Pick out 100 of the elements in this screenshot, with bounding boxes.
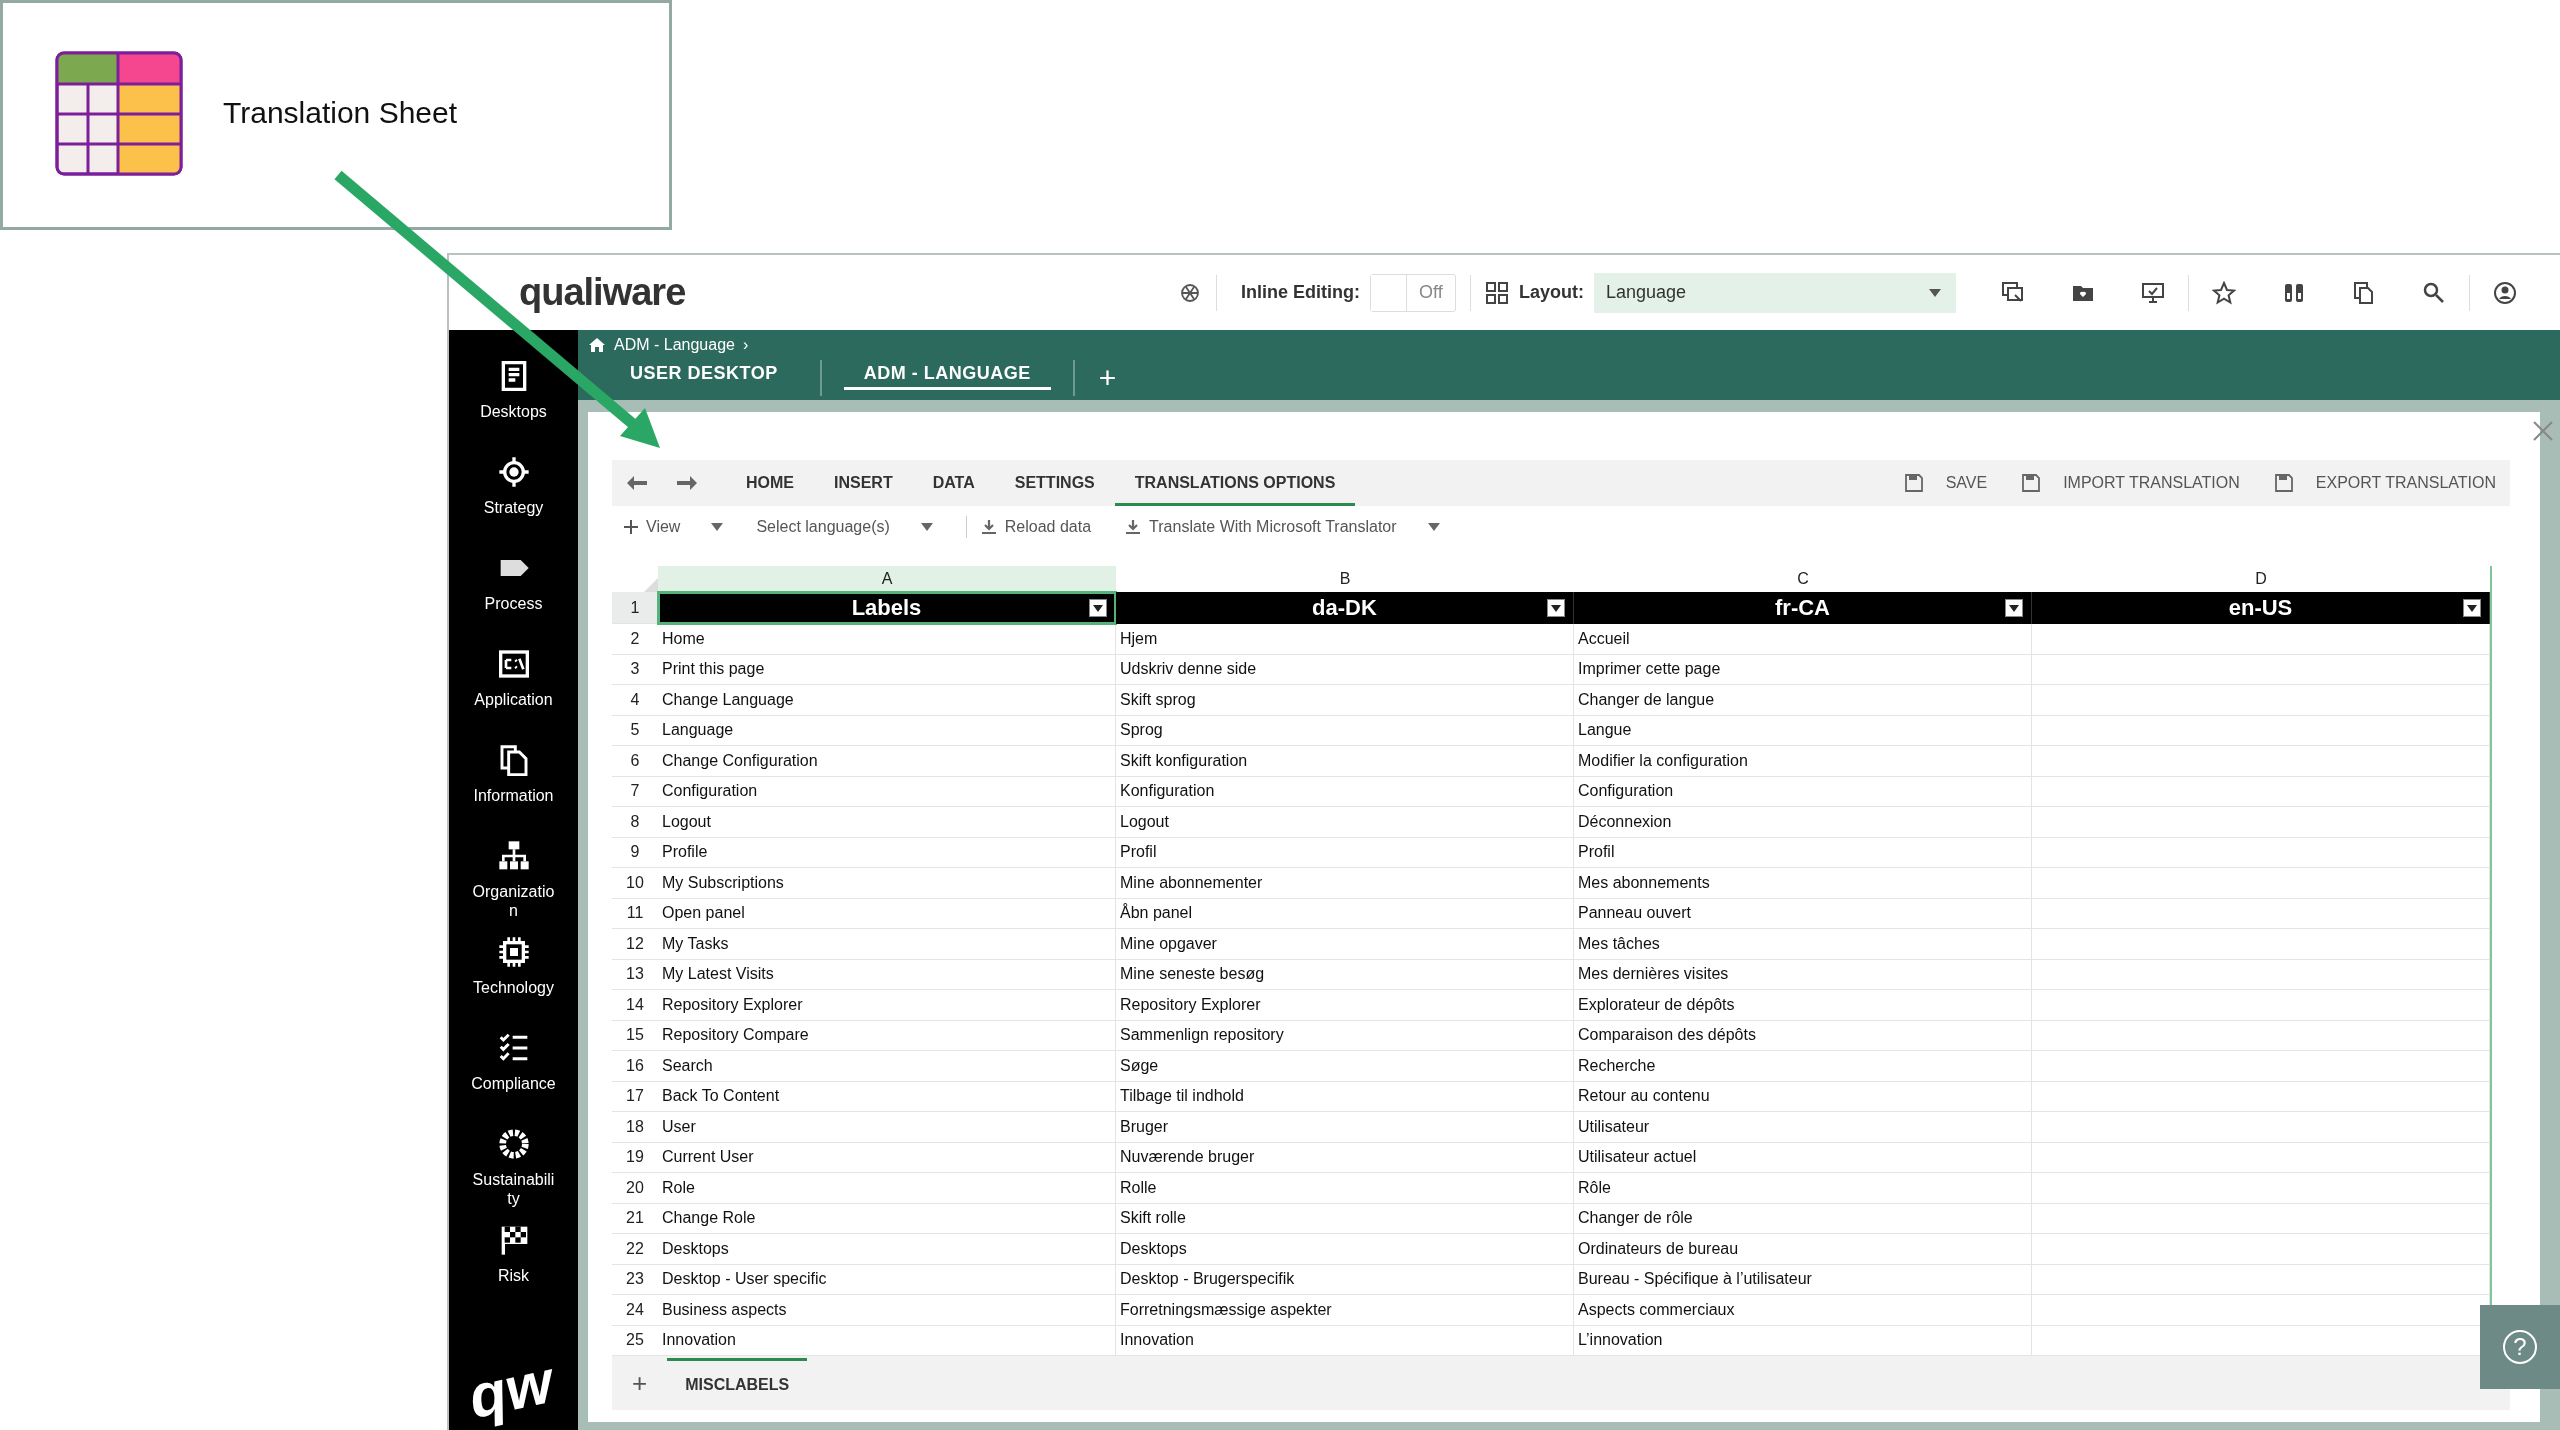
- toolbar-button[interactable]: View: [622, 518, 725, 536]
- sidebar-item[interactable]: Strategy: [453, 456, 574, 544]
- column-header[interactable]: A: [658, 566, 1116, 592]
- caret-icon: [1093, 604, 1103, 612]
- table-cell: Sammenlign repository: [1116, 1020, 1574, 1051]
- table-cell: Back To Content: [658, 1081, 1116, 1112]
- row-number: 9: [612, 837, 658, 868]
- sidebar-item[interactable]: Sustainability: [453, 1128, 574, 1216]
- sidebar-item[interactable]: Compliance: [453, 1032, 574, 1120]
- table-cell: Hjem: [1116, 624, 1574, 655]
- table-cell: Rolle: [1116, 1173, 1574, 1204]
- sidebar-item[interactable]: Information: [453, 744, 574, 832]
- ribbon-tab[interactable]: DATA: [912, 460, 995, 506]
- breadcrumb-link[interactable]: ADM - Language: [614, 336, 735, 354]
- table-cell: Mine seneste besøg: [1116, 959, 1574, 990]
- layout-dropdown[interactable]: Language: [1594, 272, 1956, 313]
- row-number: 6: [612, 746, 658, 777]
- sidebar-item[interactable]: Desktops: [453, 360, 574, 448]
- sidebar-item[interactable]: Risk: [453, 1224, 574, 1312]
- table-cell: Udskriv denne side: [1116, 654, 1574, 685]
- add-sheet-button[interactable]: +: [612, 1367, 668, 1399]
- table-cell: Mine abonnementer: [1116, 868, 1574, 899]
- help-button[interactable]: ?: [2503, 1330, 2537, 1364]
- home-icon[interactable]: [588, 337, 606, 353]
- ring-icon: [497, 1128, 530, 1160]
- table-cell: Accueil: [1574, 624, 2032, 655]
- column-header[interactable]: D: [2032, 566, 2490, 592]
- row-number: 11: [612, 898, 658, 929]
- table-cell: Change Configuration: [658, 746, 1116, 777]
- sidebar-item[interactable]: Technology: [453, 936, 574, 1024]
- callout-title: Translation Sheet: [223, 96, 458, 130]
- ribbon-tab[interactable]: HOME: [726, 460, 814, 506]
- ribbon-action-button[interactable]: EXPORT TRANSLATION: [2239, 460, 2496, 506]
- table-cell: My Subscriptions: [658, 868, 1116, 899]
- table-cell: Imprimer cette page: [1574, 654, 2032, 685]
- table-cell: Tilbage til indhold: [1116, 1081, 1574, 1112]
- table-cell: Changer de langue: [1574, 685, 2032, 716]
- search-icon[interactable]: [2422, 280, 2446, 305]
- table-cell: Recherche: [1574, 1051, 2032, 1082]
- filter-button[interactable]: [1547, 599, 1565, 617]
- target-icon: [497, 456, 530, 488]
- row-number: 21: [612, 1203, 658, 1234]
- breadcrumb-separator: ›: [742, 336, 749, 354]
- column-header[interactable]: C: [1574, 566, 2032, 592]
- row-number: 1: [612, 592, 658, 624]
- table-cell: Utilisateur: [1574, 1112, 2032, 1143]
- undo-icon[interactable]: [626, 475, 648, 491]
- table-cell: Modifier la configuration: [1574, 746, 2032, 777]
- table-cell: Change Language: [658, 685, 1116, 716]
- row-number: 22: [612, 1234, 658, 1265]
- table-cell: Logout: [658, 807, 1116, 838]
- monitor-check-icon[interactable]: [2141, 280, 2165, 305]
- ribbon-tab[interactable]: TRANSLATIONS OPTIONS: [1114, 460, 1356, 506]
- toolbar-button[interactable]: Reload data: [978, 518, 1092, 536]
- table-cell: Bruger: [1116, 1112, 1574, 1143]
- header-cell-text: en-US: [2228, 595, 2293, 621]
- header-cell-text: Labels: [851, 595, 922, 621]
- toolbar-dropdown[interactable]: Select language(s): [756, 518, 934, 536]
- redo-icon[interactable]: [676, 475, 698, 491]
- ribbon-tab[interactable]: SETTINGS: [994, 460, 1115, 506]
- table-cell: Logout: [1116, 807, 1574, 838]
- table-cell: Mes dernières visites: [1574, 959, 2032, 990]
- grid-icon: [1485, 280, 1509, 305]
- add-tab-button[interactable]: +: [1074, 356, 1141, 400]
- filter-button[interactable]: [2005, 599, 2023, 617]
- table-cell: Desktop - Brugerspecifik: [1116, 1264, 1574, 1295]
- desktop-tab[interactable]: USER DESKTOP: [610, 360, 798, 390]
- table-cell: Profile: [658, 837, 1116, 868]
- sidebar-item[interactable]: Organization: [453, 840, 574, 928]
- user-icon[interactable]: [2493, 280, 2517, 305]
- table-cell: Langue: [1574, 715, 2032, 746]
- sheet-tab[interactable]: MISCLABELS: [667, 1357, 808, 1409]
- ribbon-action-button[interactable]: IMPORT TRANSLATION: [1987, 460, 2240, 506]
- star-icon[interactable]: [2212, 280, 2236, 305]
- sidebar-item[interactable]: Process: [453, 552, 574, 640]
- filter-button[interactable]: [1089, 599, 1107, 617]
- table-cell: Skift konfiguration: [1116, 746, 1574, 777]
- ribbon-action-button[interactable]: SAVE: [1869, 460, 1988, 506]
- download-icon: [1125, 519, 1142, 535]
- table-cell: Configuration: [1574, 776, 2032, 807]
- ribbon-tab[interactable]: INSERT: [814, 460, 913, 506]
- table-cell: My Latest Visits: [658, 959, 1116, 990]
- close-icon[interactable]: [2532, 420, 2554, 442]
- toolbar-button[interactable]: Translate With Microsoft Translator: [1123, 518, 1441, 536]
- copy-icon[interactable]: [2352, 280, 2376, 305]
- filter-button[interactable]: [2463, 599, 2481, 617]
- plus-icon: [624, 520, 638, 534]
- row-number: 23: [612, 1264, 658, 1295]
- row-number: 8: [612, 807, 658, 838]
- row-number: 5: [612, 715, 658, 746]
- table-cell: Rôle: [1574, 1173, 2032, 1204]
- download-icon: [980, 519, 997, 535]
- table-cell: Panneau ouvert: [1574, 898, 2032, 929]
- table-cell: Language: [658, 715, 1116, 746]
- sidebar-item[interactable]: Application: [453, 648, 574, 736]
- row-number: 7: [612, 776, 658, 807]
- table-cell: Repository Compare: [658, 1020, 1116, 1051]
- desktop-tab[interactable]: ADM - LANGUAGE: [843, 360, 1051, 390]
- column-header[interactable]: B: [1116, 566, 1574, 592]
- inline-editing-toggle[interactable]: Off: [1370, 273, 1456, 312]
